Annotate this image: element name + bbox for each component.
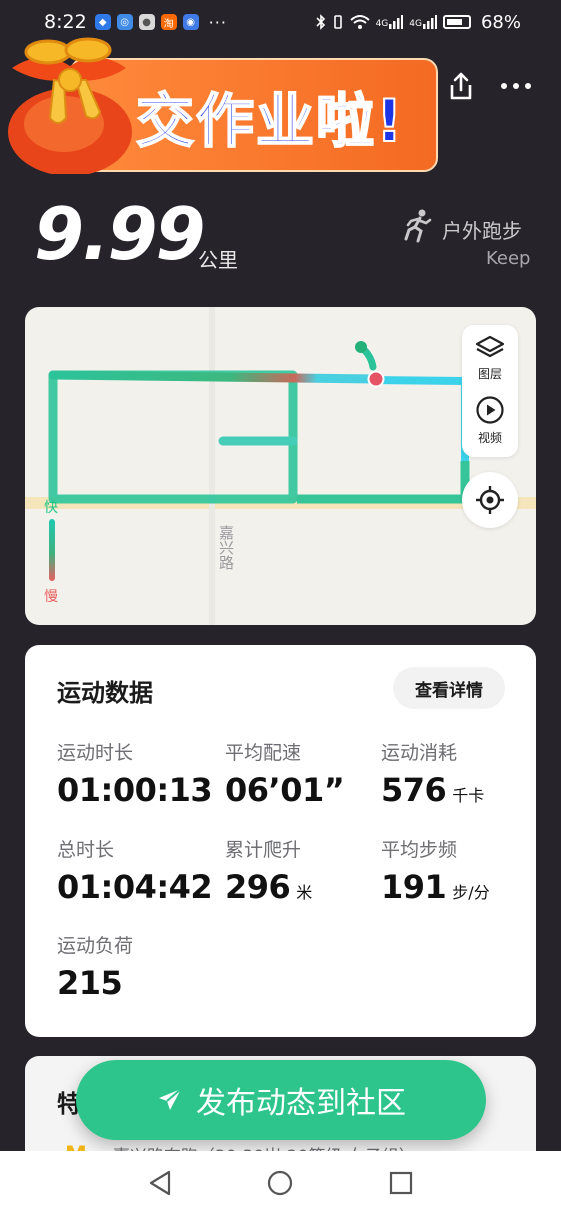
stat-label: 运动负荷: [57, 935, 134, 957]
back-triangle-icon: [150, 1170, 171, 1196]
publish-to-community-button[interactable]: 发布动态到社区: [76, 1060, 486, 1140]
layers-button[interactable]: 图层: [462, 335, 518, 382]
stat-label: 总时长: [57, 839, 115, 861]
distance-value: 9.99: [34, 192, 206, 276]
stat-label: 运动消耗: [381, 742, 458, 764]
view-details-button[interactable]: 查看详情: [393, 667, 505, 709]
signal-2-label: 4G: [409, 19, 422, 29]
distance-unit: 公里: [198, 248, 238, 272]
crosshair-icon: [476, 486, 504, 514]
more-menu-button[interactable]: [498, 68, 534, 104]
stat-unit: 步/分: [452, 883, 490, 902]
map-tools: 图层 视频: [462, 325, 518, 457]
video-label: 视频: [477, 431, 502, 445]
share-button[interactable]: [443, 68, 479, 104]
stat-value: 01:00:13: [57, 771, 213, 809]
nav-recents-button[interactable]: [381, 1163, 421, 1203]
stat-elevation-gain: 累计爬升 296 米: [225, 835, 312, 906]
layers-icon: [475, 335, 505, 358]
video-button[interactable]: 视频: [462, 395, 518, 446]
wifi-icon: [349, 15, 370, 29]
chat-app-icon: ●: [138, 14, 155, 30]
taobao-app-icon: 淘: [160, 14, 177, 30]
more-dots-icon: [501, 83, 531, 89]
data-source: Keep: [486, 248, 531, 269]
battery-percent: 68%: [480, 11, 521, 33]
globe-app-icon: ◎: [116, 14, 133, 30]
nav-home-button[interactable]: [260, 1163, 300, 1203]
stat-duration: 运动时长 01:00:13: [57, 738, 213, 809]
lucky-bag-icon: [8, 37, 132, 174]
sport-type: 户外跑步: [442, 219, 522, 243]
stat-value: 191: [381, 868, 447, 906]
status-right: 4G 4G 68%: [316, 12, 521, 33]
stat-unit: 米: [296, 883, 313, 902]
legend-slow-label: 慢: [44, 589, 58, 605]
send-icon: [156, 1086, 184, 1114]
stat-unit: 千卡: [452, 786, 485, 805]
battery-icon: [442, 15, 471, 29]
stat-value: 296: [225, 868, 291, 906]
shield-app-icon: ◆: [94, 14, 111, 30]
bluetooth-icon: [316, 14, 325, 30]
share-icon: [450, 72, 472, 100]
signal-2-icon: 4G: [409, 15, 437, 29]
stats-title: 运动数据: [57, 679, 153, 707]
legend-fast-label: 快: [44, 500, 58, 516]
system-nav-bar: [0, 1151, 561, 1215]
stat-training-load: 运动负荷 215: [57, 931, 133, 1002]
signal-1-label: 4G: [375, 19, 389, 29]
status-time: 8:22: [44, 11, 87, 33]
stat-label: 平均配速: [225, 742, 302, 764]
stat-value: 01:04:42: [57, 868, 213, 906]
publish-label: 发布动态到社区: [196, 1086, 406, 1121]
stat-value: 06’01”: [225, 771, 345, 809]
recents-square-icon: [389, 1171, 412, 1195]
route-track: [48, 341, 470, 504]
road-name: 嘉兴路: [217, 525, 235, 570]
locate-button[interactable]: [462, 472, 518, 528]
running-person-icon: [404, 209, 432, 243]
bulb-app-icon: ◉: [182, 14, 199, 30]
stat-avg-pace: 平均配速 06’01”: [225, 738, 345, 809]
more-notifications-icon: ···: [208, 12, 227, 32]
vibrate-icon: [333, 15, 342, 29]
stat-label: 累计爬升: [225, 839, 302, 861]
stat-cadence: 平均步频 191 步/分: [381, 835, 490, 906]
layers-label: 图层: [477, 367, 502, 381]
play-circle-icon: [476, 396, 504, 424]
stat-label: 运动时长: [57, 742, 134, 764]
stat-label: 平均步频: [381, 839, 458, 861]
nav-back-button[interactable]: [140, 1163, 180, 1203]
home-circle-icon: [268, 1170, 293, 1196]
signal-1-icon: 4G: [376, 15, 404, 29]
pace-legend-bar: [49, 519, 55, 581]
stat-calories: 运动消耗 576 千卡: [381, 738, 484, 809]
route-map[interactable]: 嘉兴路 快 慢 图层 视频: [25, 307, 536, 625]
stat-total-time: 总时长 01:04:42: [57, 835, 213, 906]
banner-title: 交作业啦!: [135, 86, 405, 156]
stat-value: 215: [57, 964, 123, 1002]
workout-stats-card: 运动数据 查看详情 运动时长 01:00:13 平均配速 06’01” 运动消耗…: [25, 645, 536, 1037]
stat-value: 576: [381, 771, 447, 809]
